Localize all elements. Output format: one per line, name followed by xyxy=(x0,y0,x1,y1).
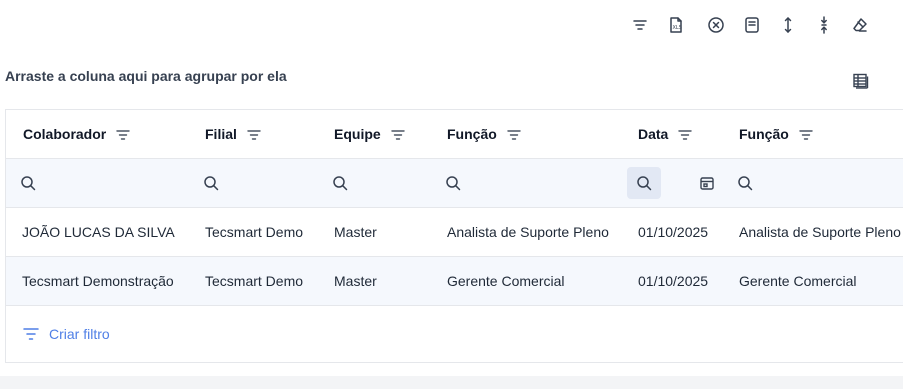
column-menu-icon[interactable] xyxy=(247,128,261,140)
group-panel-hint: Arraste a coluna aqui para agrupar por e… xyxy=(5,68,287,84)
search-icon[interactable] xyxy=(20,175,36,191)
column-header-funcao-2[interactable]: Função xyxy=(739,110,813,158)
filter-icon[interactable] xyxy=(628,12,652,38)
column-chooser-icon[interactable] xyxy=(848,70,872,92)
column-menu-icon[interactable] xyxy=(116,128,130,140)
cell-funcao-2: Gerente Comercial xyxy=(739,273,857,289)
cell-equipe: Master xyxy=(334,273,377,289)
create-filter-button[interactable]: Criar filtro xyxy=(23,326,110,342)
table-row[interactable]: JOÃO LUCAS DA SILVA Tecsmart Demo Master… xyxy=(6,208,903,257)
svg-text:XLS: XLS xyxy=(673,25,682,31)
filter-filial[interactable] xyxy=(203,159,219,207)
filter-colaborador[interactable] xyxy=(20,159,36,207)
cell-data: 01/10/2025 xyxy=(638,273,709,289)
cell-funcao: Gerente Comercial xyxy=(447,273,565,289)
calendar-icon[interactable] xyxy=(699,159,715,207)
eraser-icon[interactable] xyxy=(848,12,872,38)
header-row: Colaborador Filial Equipe Função Data Fu… xyxy=(6,110,903,159)
create-filter-label: Criar filtro xyxy=(49,326,110,342)
filter-funcao[interactable] xyxy=(445,159,461,207)
search-icon[interactable] xyxy=(737,175,753,191)
search-icon[interactable] xyxy=(332,175,348,191)
cell-funcao: Analista de Suporte Pleno xyxy=(447,224,609,240)
search-icon[interactable] xyxy=(203,175,219,191)
column-header-funcao[interactable]: Função xyxy=(447,110,521,158)
column-menu-icon[interactable] xyxy=(507,128,521,140)
search-icon[interactable] xyxy=(627,167,661,199)
grid-footer: Criar filtro xyxy=(6,306,903,362)
filter-funcao-2[interactable] xyxy=(737,159,753,207)
table-row[interactable]: Tecsmart Demonstração Tecsmart Demo Mast… xyxy=(6,257,903,306)
column-menu-icon[interactable] xyxy=(799,128,813,140)
details-icon[interactable] xyxy=(740,12,764,38)
column-header-equipe[interactable]: Equipe xyxy=(334,110,405,158)
column-menu-icon[interactable] xyxy=(390,128,405,140)
data-grid: Colaborador Filial Equipe Função Data Fu… xyxy=(5,109,903,363)
expand-rows-icon[interactable] xyxy=(776,12,800,38)
column-menu-icon[interactable] xyxy=(678,128,693,140)
cell-filial: Tecsmart Demo xyxy=(205,224,304,240)
cell-filial: Tecsmart Demo xyxy=(205,273,304,289)
filter-equipe[interactable] xyxy=(332,159,348,207)
cell-colaborador: Tecsmart Demonstração xyxy=(22,273,174,289)
collapse-rows-icon[interactable] xyxy=(812,12,836,38)
grid-toolbar: XLS xyxy=(0,12,903,38)
clear-filter-icon[interactable] xyxy=(704,12,728,38)
filter-icon xyxy=(23,328,39,340)
filter-row xyxy=(6,159,903,208)
column-header-data[interactable]: Data xyxy=(638,110,693,158)
cell-equipe: Master xyxy=(334,224,377,240)
column-header-filial[interactable]: Filial xyxy=(205,110,261,158)
cell-colaborador: JOÃO LUCAS DA SILVA xyxy=(22,224,175,240)
column-header-colaborador[interactable]: Colaborador xyxy=(23,110,130,158)
filter-data[interactable] xyxy=(627,159,661,207)
export-excel-icon[interactable]: XLS xyxy=(664,12,688,38)
horizontal-scrollbar[interactable] xyxy=(0,376,903,389)
cell-funcao-2: Analista de Suporte Pleno xyxy=(739,224,901,240)
cell-data: 01/10/2025 xyxy=(638,224,709,240)
search-icon[interactable] xyxy=(445,175,461,191)
